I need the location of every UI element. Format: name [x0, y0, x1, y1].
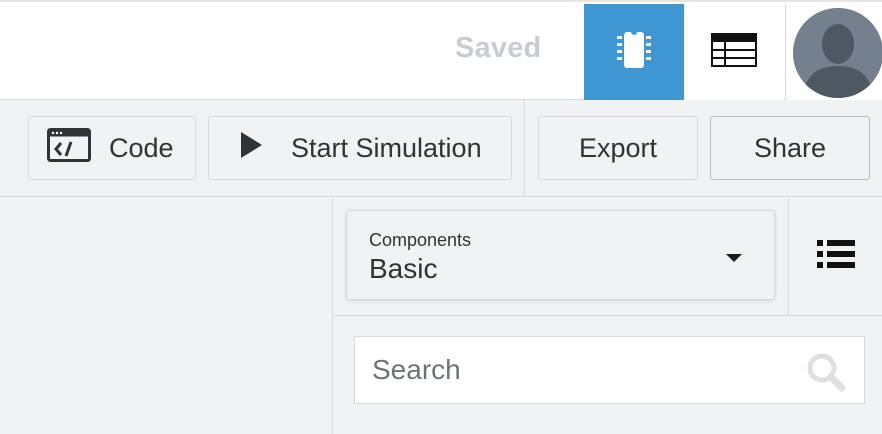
- circuit-view-button[interactable]: [584, 4, 684, 100]
- schematic-view-button[interactable]: [684, 4, 784, 100]
- schematic-view-icon: [711, 32, 757, 72]
- components-panel: Components Basic: [334, 198, 882, 434]
- code-icon: [47, 127, 91, 169]
- top-bar: Saved: [0, 0, 882, 100]
- caret-down-icon: [726, 254, 742, 262]
- components-dropdown[interactable]: Components Basic: [346, 210, 775, 300]
- code-button-label: Code: [109, 132, 174, 163]
- list-icon: [816, 239, 855, 274]
- search-box: [354, 336, 865, 404]
- export-button-label: Export: [578, 132, 658, 163]
- components-dropdown-label: Components: [369, 230, 472, 250]
- start-simulation-label: Start Simulation: [291, 132, 482, 163]
- save-status: Saved: [455, 32, 542, 64]
- share-button[interactable]: Share: [710, 116, 870, 180]
- workspace-canvas[interactable]: [0, 198, 333, 434]
- play-icon: [239, 131, 263, 166]
- user-menu[interactable]: [785, 4, 882, 100]
- code-button[interactable]: Code: [28, 116, 196, 180]
- toolbar: Code Start Simulation Export Share: [0, 100, 882, 197]
- avatar[interactable]: [793, 8, 882, 98]
- search-input[interactable]: [355, 337, 795, 403]
- search-icon[interactable]: [806, 352, 846, 397]
- circuit-view-icon: [614, 28, 654, 77]
- export-button[interactable]: Export: [538, 116, 698, 180]
- share-button-label: Share: [753, 132, 827, 163]
- panel-separator: [334, 315, 882, 316]
- components-dropdown-value: Basic: [369, 253, 438, 284]
- list-view-button[interactable]: [789, 198, 882, 315]
- start-simulation-button[interactable]: Start Simulation: [208, 116, 512, 180]
- toolbar-divider: [524, 100, 525, 197]
